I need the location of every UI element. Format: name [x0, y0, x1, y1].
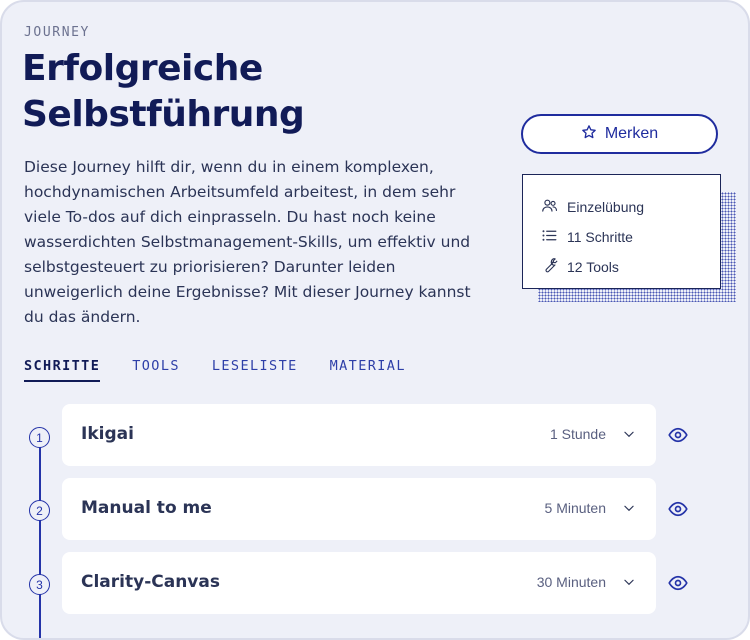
merken-button[interactable]: Merken	[521, 114, 718, 154]
eye-icon[interactable]	[668, 425, 688, 445]
tab-bar: SCHRITTE TOOLS LESELISTE MATERIAL	[24, 358, 406, 382]
meta-item-label: Einzelübung	[567, 199, 645, 215]
page-title: Erfolgreiche Selbstführung	[22, 48, 305, 135]
meta-item-tools: 12 Tools	[541, 252, 720, 282]
step-item-manual-to-me[interactable]: Manual to me 5 Minuten	[62, 478, 656, 540]
meta-box: Einzelübung 11 Schritte 12 Tools	[522, 174, 721, 289]
users-icon	[541, 197, 558, 217]
step-number-badge: 2	[29, 500, 50, 521]
step-title: Ikigai	[81, 424, 134, 444]
step-title: Clarity-Canvas	[81, 572, 220, 592]
journey-card: JOURNEY Erfolgreiche Selbstführung Diese…	[0, 0, 750, 640]
tab-material[interactable]: MATERIAL	[330, 358, 406, 382]
chevron-down-icon[interactable]	[622, 501, 636, 515]
step-duration: 1 Stunde	[549, 426, 606, 442]
tab-tools[interactable]: TOOLS	[132, 358, 180, 382]
step-title: Manual to me	[81, 498, 212, 518]
chevron-down-icon[interactable]	[622, 427, 636, 441]
timeline-line	[39, 442, 41, 638]
tab-leseliste[interactable]: LESELISTE	[212, 358, 298, 382]
eye-icon[interactable]	[668, 573, 688, 593]
wrench-icon	[541, 257, 558, 277]
list-icon	[541, 227, 558, 247]
tab-schritte[interactable]: SCHRITTE	[24, 358, 101, 382]
meta-item-label: 11 Schritte	[567, 229, 633, 245]
star-icon	[581, 124, 597, 145]
step-item-clarity-canvas[interactable]: Clarity-Canvas 30 Minuten	[62, 552, 656, 614]
chevron-down-icon[interactable]	[622, 575, 636, 589]
meta-item-steps: 11 Schritte	[541, 222, 720, 252]
step-duration: 5 Minuten	[544, 500, 606, 516]
meta-item-format: Einzelübung	[541, 192, 720, 222]
eyebrow-label: JOURNEY	[24, 25, 90, 40]
journey-description: Diese Journey hilft dir, wenn du in eine…	[24, 158, 471, 326]
step-number-badge: 3	[29, 574, 50, 595]
step-duration: 30 Minuten	[536, 574, 606, 590]
merken-label: Merken	[604, 125, 659, 142]
step-number-badge: 1	[29, 427, 50, 448]
eye-icon[interactable]	[668, 499, 688, 519]
meta-item-label: 12 Tools	[567, 259, 619, 275]
step-item-ikigai[interactable]: Ikigai 1 Stunde	[62, 404, 656, 466]
